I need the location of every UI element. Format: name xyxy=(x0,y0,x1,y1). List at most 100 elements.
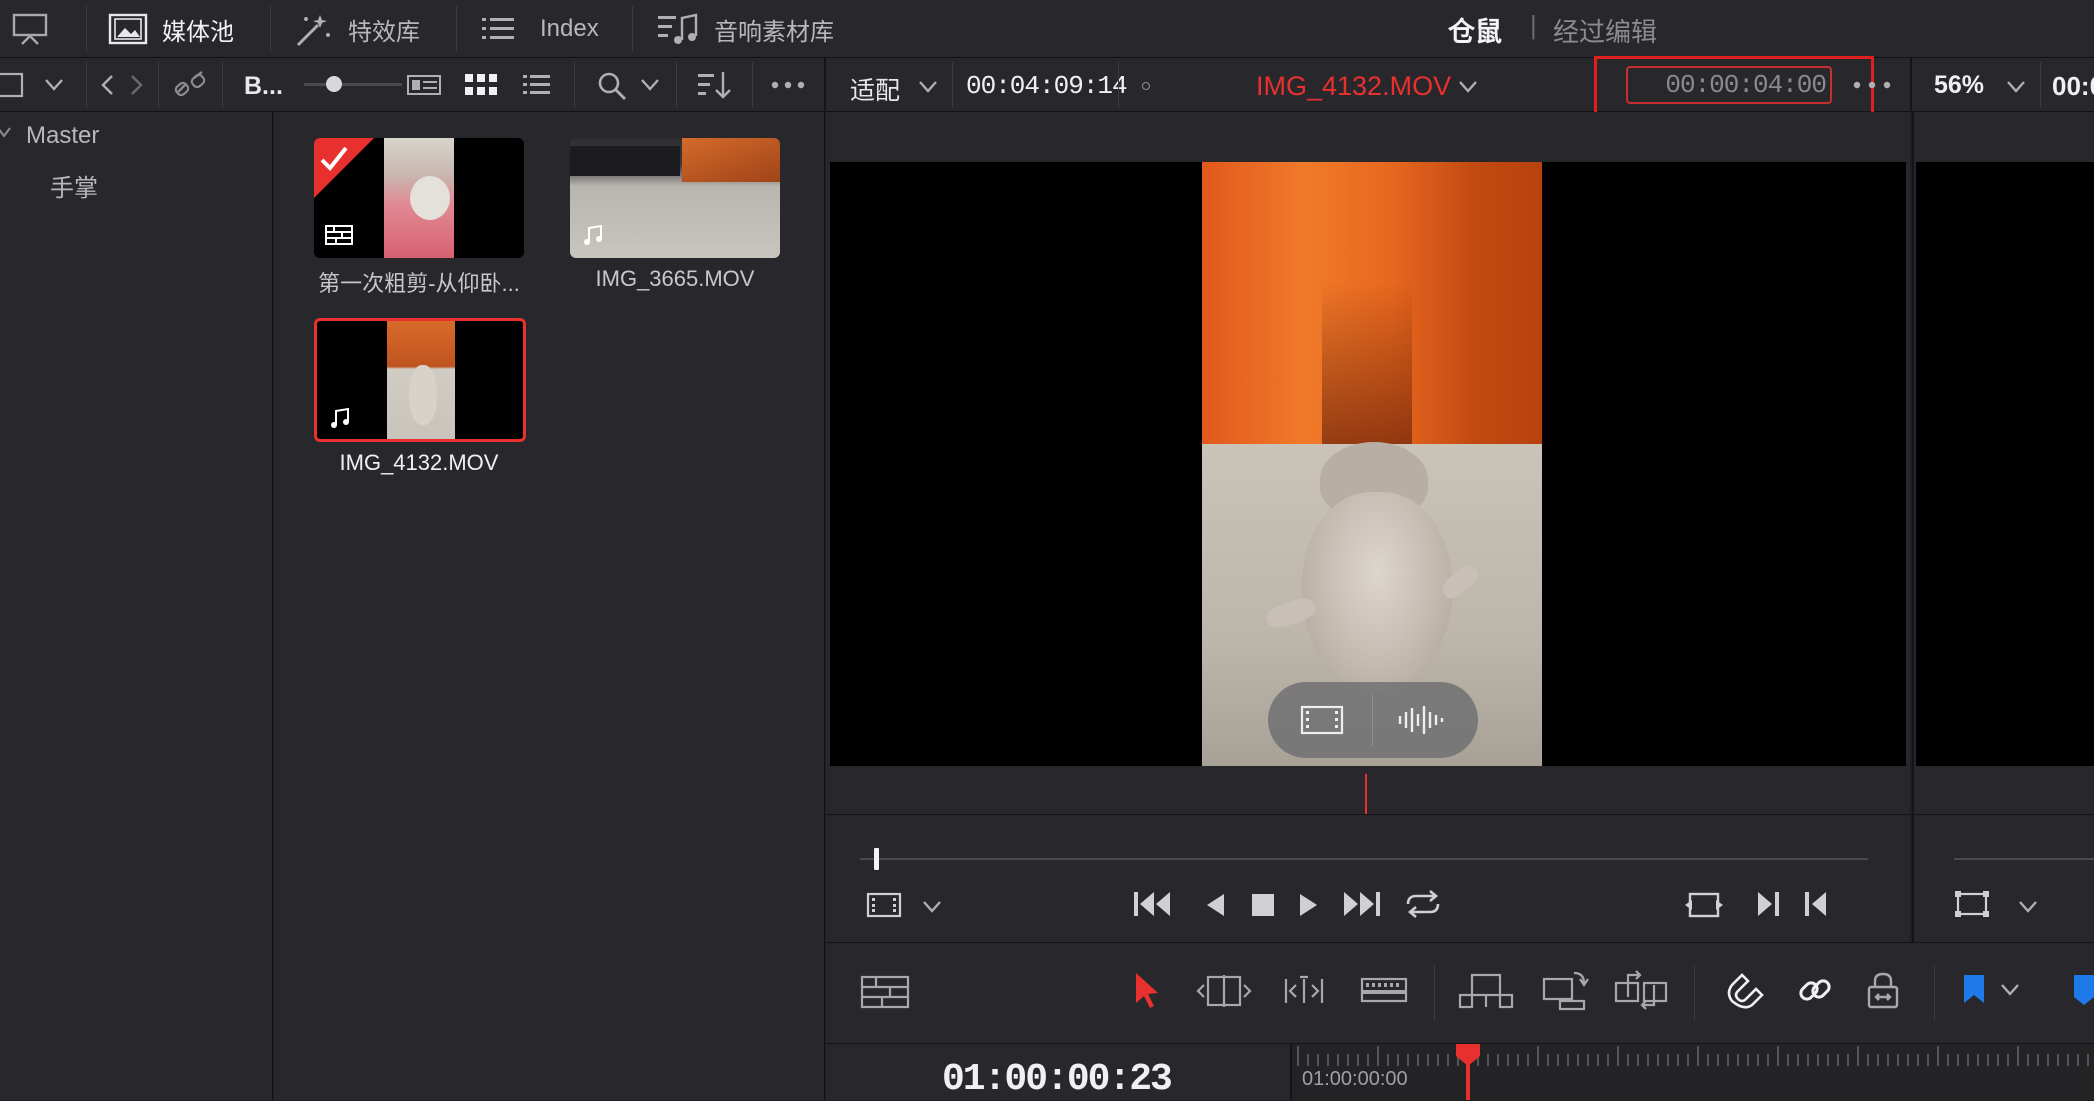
mark-out-icon[interactable] xyxy=(1756,890,1782,918)
image-icon xyxy=(108,13,148,45)
divider xyxy=(752,62,753,108)
chevron-down-icon[interactable] xyxy=(640,78,660,92)
insert-clip-icon[interactable] xyxy=(1458,971,1514,1011)
viewer-playhead-line xyxy=(1365,774,1367,814)
sort-icon[interactable] xyxy=(696,70,732,100)
viewer-clip-name[interactable]: IMG_4132.MOV xyxy=(1256,71,1451,102)
back-arrow-icon[interactable] xyxy=(100,74,116,96)
position-lock-icon[interactable] xyxy=(1866,971,1900,1011)
clip-duration: 00:04:09:14 xyxy=(966,71,1128,101)
edit-toolbar xyxy=(826,942,2094,1044)
divider xyxy=(2040,62,2041,108)
timeline-zoom[interactable]: 56% xyxy=(1934,71,1984,100)
video-only-icon[interactable] xyxy=(1300,704,1344,736)
mark-in-icon[interactable] xyxy=(1802,890,1828,918)
search-icon[interactable] xyxy=(596,70,628,102)
loop-icon[interactable] xyxy=(1402,888,1444,920)
more-options-icon[interactable] xyxy=(1852,80,1892,90)
list-view-icon[interactable] xyxy=(522,72,552,98)
divider xyxy=(1118,62,1119,108)
bin-label: B... xyxy=(244,72,283,100)
metadata-view-icon[interactable] xyxy=(406,74,442,96)
select-arrow-icon[interactable] xyxy=(1132,971,1162,1009)
divider xyxy=(86,6,87,52)
timeline-ruler[interactable]: 01:00:00:00 xyxy=(1292,1044,2094,1100)
chevron-down-icon[interactable] xyxy=(2006,80,2026,94)
record-dot-icon xyxy=(1142,82,1150,90)
clip-thumbnail-selected[interactable] xyxy=(314,318,526,442)
snapping-magnet-icon[interactable] xyxy=(1724,971,1764,1009)
panel-toggle-icon[interactable] xyxy=(0,72,26,98)
top-toolbar: 媒体池 特效库 Index 音响素材库 仓鼠 | 经过编辑 xyxy=(0,0,2094,58)
sound-library-label: 音响素材库 xyxy=(714,18,834,46)
divider xyxy=(1910,58,1912,112)
magic-wand-icon xyxy=(296,15,330,47)
blade-icon[interactable] xyxy=(1360,973,1408,1007)
index-label: Index xyxy=(540,15,599,42)
scrubber-track[interactable] xyxy=(1954,858,2094,860)
divider xyxy=(826,814,1910,815)
zoom-fit-select[interactable]: 适配 xyxy=(850,71,900,107)
match-frame-icon[interactable] xyxy=(1684,890,1724,920)
grid-view-icon[interactable] xyxy=(464,72,498,98)
unlink-icon[interactable] xyxy=(172,70,208,100)
workspace-toggle-button[interactable] xyxy=(12,0,48,58)
clip-name: 第一次粗剪-从仰卧... xyxy=(318,271,520,296)
overwrite-clip-icon[interactable] xyxy=(1540,967,1590,1011)
chevron-down-icon[interactable] xyxy=(922,900,942,914)
flag-icon[interactable] xyxy=(1962,973,1986,1007)
linked-selection-icon[interactable] xyxy=(1796,971,1834,1009)
dynamic-trim-icon[interactable] xyxy=(1276,973,1332,1009)
scrubber-track[interactable] xyxy=(860,858,1868,860)
media-pool-tab[interactable]: 媒体池 xyxy=(108,0,234,58)
slider-handle[interactable] xyxy=(326,76,342,92)
index-tab[interactable]: Index xyxy=(480,0,599,58)
timeline-panel: 01:00:00:23 01:00:00:00 xyxy=(826,1044,2094,1101)
divider xyxy=(270,6,271,52)
timeline-video-canvas[interactable] xyxy=(1916,162,2094,766)
audio-note-icon xyxy=(331,407,349,428)
forward-arrow-icon[interactable] xyxy=(128,74,144,96)
replace-clip-icon[interactable] xyxy=(1614,969,1670,1011)
viewer-mode-icon[interactable] xyxy=(866,892,902,918)
timeline-playhead[interactable] xyxy=(1454,1044,1482,1100)
chevron-down-icon[interactable] xyxy=(2018,900,2038,914)
clip-thumbnail[interactable] xyxy=(570,138,780,258)
chevron-down-icon[interactable] xyxy=(2000,983,2020,997)
thumbnail-size-slider[interactable] xyxy=(304,83,402,86)
transform-icon[interactable] xyxy=(1954,890,1990,918)
chevron-down-icon[interactable] xyxy=(918,80,938,94)
audio-only-icon[interactable] xyxy=(1396,702,1446,738)
edit-status: 经过编辑 xyxy=(1553,17,1658,47)
video-canvas[interactable] xyxy=(830,162,1906,766)
effects-tab[interactable]: 特效库 xyxy=(294,0,420,58)
timeline-viewer xyxy=(1912,112,2094,942)
chevron-down-icon[interactable] xyxy=(1458,80,1478,94)
chevron-down-icon[interactable] xyxy=(0,126,12,140)
sound-library-tab[interactable]: 音响素材库 xyxy=(656,0,834,58)
timecode-input[interactable]: 00:00:04:00 xyxy=(1626,66,1832,104)
divider xyxy=(824,58,826,112)
divider xyxy=(1434,965,1435,1021)
timeline-timecode-partial: 00:0 xyxy=(2052,71,2094,101)
go-to-start-icon[interactable] xyxy=(1132,890,1174,918)
trim-edit-icon[interactable] xyxy=(1196,973,1252,1009)
timeline-options-icon[interactable] xyxy=(860,975,910,1009)
play-icon[interactable] xyxy=(1298,892,1320,918)
clip-thumbnail[interactable] xyxy=(314,138,524,258)
divider xyxy=(632,6,633,52)
chevron-down-icon[interactable] xyxy=(44,78,64,92)
marker-icon[interactable] xyxy=(2072,973,2094,1007)
stop-icon[interactable] xyxy=(1250,892,1276,918)
bin-master[interactable]: Master xyxy=(26,122,99,150)
clip-name: IMG_3665.MOV xyxy=(595,266,755,291)
go-to-end-icon[interactable] xyxy=(1340,890,1382,918)
title-separator: | xyxy=(1530,10,1537,40)
divider xyxy=(574,62,575,108)
scrubber-handle[interactable] xyxy=(874,848,879,870)
play-reverse-icon[interactable] xyxy=(1204,892,1226,918)
audio-note-icon xyxy=(584,224,602,245)
more-options-icon[interactable] xyxy=(770,80,806,90)
video-frame xyxy=(1202,162,1542,766)
bin-item[interactable]: 手掌 xyxy=(50,168,98,203)
